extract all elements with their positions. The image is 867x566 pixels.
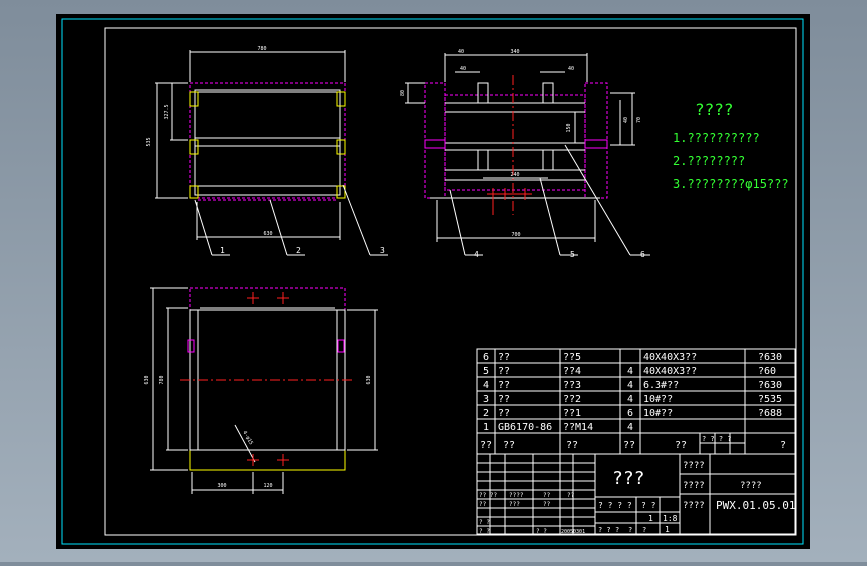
title-part-name: ???: [612, 468, 645, 489]
title-sheet-a: 1: [648, 514, 653, 523]
dim-plan-left-inner: 780: [159, 375, 165, 384]
dim-plan-left-outer: 630: [144, 375, 150, 384]
bom-cell-material: 10#??: [643, 394, 673, 405]
title-drawing-no: PWX.01.05.01: [716, 499, 795, 512]
dim-bottom-width: 630: [263, 231, 272, 237]
dim-top-width: 780: [257, 46, 266, 52]
bom-cell-name: ??1: [563, 408, 581, 419]
bom-header-name: ??: [566, 440, 578, 451]
bom-cell-code: ??: [498, 366, 510, 377]
title-cell-j: 20050301: [561, 529, 585, 535]
bom-header-code: ??: [503, 440, 515, 451]
dim-side-right-a: 40: [623, 117, 629, 123]
title-sheet-b: 1: [665, 525, 670, 534]
notes-title: ????: [695, 100, 734, 119]
title-cell-m: ?: [615, 526, 619, 534]
title-cell-a: ?? ??: [479, 492, 497, 499]
bom-cell-no: 6: [483, 352, 489, 363]
bom-header-material: ??: [675, 440, 687, 451]
title-label-b: ????: [683, 481, 705, 491]
bom-cell-material: 6.3#??: [643, 380, 679, 391]
title-cell-o: ?: [642, 526, 646, 534]
dim-left-partial: 327.5: [164, 104, 170, 119]
dim-side-top-mid: 340: [510, 49, 519, 55]
bom-cell-name: ??4: [563, 366, 581, 377]
cad-viewport[interactable]: 780 630 535 327.5 1 2 3 40 340 40 40 150…: [0, 0, 867, 562]
bom-cell-note: ?630: [758, 380, 782, 391]
bom-cell-code: ??: [498, 352, 510, 363]
title-cell-e: ???: [509, 501, 520, 508]
bom-cell-material: 40X40X3??: [643, 366, 697, 377]
title-material-value: ????: [740, 481, 762, 491]
bom-header-weight: ? ? ? ?: [702, 435, 732, 443]
dim-side-bottom-a: 240: [510, 172, 519, 178]
bom-cell-name: ??3: [563, 380, 581, 391]
dim-left-overall: 535: [146, 137, 152, 146]
dim-plan-bottom-a: 300: [217, 483, 226, 489]
bom-cell-no: 2: [483, 408, 489, 419]
bom-cell-material: 40X40X3??: [643, 352, 697, 363]
bom-cell-no: 1: [483, 422, 489, 433]
part-label-4: 4: [474, 250, 479, 259]
bom-cell-code: ??: [498, 380, 510, 391]
title-cell-c: ??: [543, 492, 551, 499]
bom-cell-qty: 4: [627, 394, 633, 405]
bom-cell-code: ??: [498, 394, 510, 405]
bom-cell-note: ?630: [758, 352, 782, 363]
dim-side-right-b: 70: [636, 117, 642, 123]
title-cell-l: ? ?: [598, 526, 611, 534]
bom-cell-no: 5: [483, 366, 489, 377]
note-3: 3.????????φ15???: [673, 177, 789, 191]
dim-plan-right: 630: [366, 375, 372, 384]
bom-header-no: ??: [480, 440, 492, 451]
bom-header-note: ?: [780, 440, 786, 451]
note-2: 2.????????: [673, 154, 745, 168]
dim-side-top-left: 40: [458, 49, 464, 55]
bom-cell-qty: 4: [627, 380, 633, 391]
bom-cell-qty: 4: [627, 366, 633, 377]
bom-cell-note: ?688: [758, 408, 782, 419]
title-label-c: ????: [683, 501, 705, 511]
title-cell-k: ? ?: [536, 528, 547, 535]
bom-cell-name: ??2: [563, 394, 581, 405]
title-mass: ? ?: [641, 501, 656, 510]
bom-cell-code: GB6170-86: [498, 422, 552, 433]
part-label-3: 3: [380, 246, 385, 255]
title-cell-i: ? ?: [479, 528, 490, 535]
bom-header-qty: ??: [623, 440, 635, 451]
bom-cell-name: ??5: [563, 352, 581, 363]
part-label-5: 5: [570, 250, 575, 259]
bom-cell-qty: 4: [627, 422, 633, 433]
part-label-6: 6: [640, 250, 645, 259]
part-label-1: 1: [220, 246, 225, 255]
title-cell-g: ??: [479, 501, 487, 508]
dim-side-inner: 150: [566, 123, 572, 132]
bom-cell-no: 3: [483, 394, 489, 405]
dim-plan-bottom-b: 120: [263, 483, 272, 489]
bom-cell-material: 10#??: [643, 408, 673, 419]
title-label-a: ????: [683, 461, 705, 471]
dim-side-sub-b: 40: [568, 66, 574, 72]
drawing-canvas[interactable]: 780 630 535 327.5 1 2 3 40 340 40 40 150…: [0, 0, 867, 562]
bom-cell-qty: 6: [627, 408, 633, 419]
dim-side-sub-a: 40: [460, 66, 466, 72]
dim-side-left: 80: [400, 90, 406, 96]
note-1: 1.??????????: [673, 131, 760, 145]
title-stage: ? ? ? ?: [598, 501, 632, 510]
title-cell-h: ? ?: [479, 519, 490, 526]
dim-side-bottom: 700: [511, 232, 520, 238]
title-cell-f: ??: [543, 501, 551, 508]
bom-cell-note: ?535: [758, 394, 782, 405]
title-cell-d: ??: [567, 492, 575, 499]
title-scale: 1:8: [663, 514, 678, 523]
title-cell-b: ????: [509, 492, 524, 499]
bom-cell-note: ?60: [758, 366, 776, 377]
title-cell-n: ?: [628, 526, 632, 534]
bom-cell-name: ??M14: [563, 422, 593, 433]
bom-cell-no: 4: [483, 380, 489, 391]
part-label-2: 2: [296, 246, 301, 255]
bom-cell-code: ??: [498, 408, 510, 419]
